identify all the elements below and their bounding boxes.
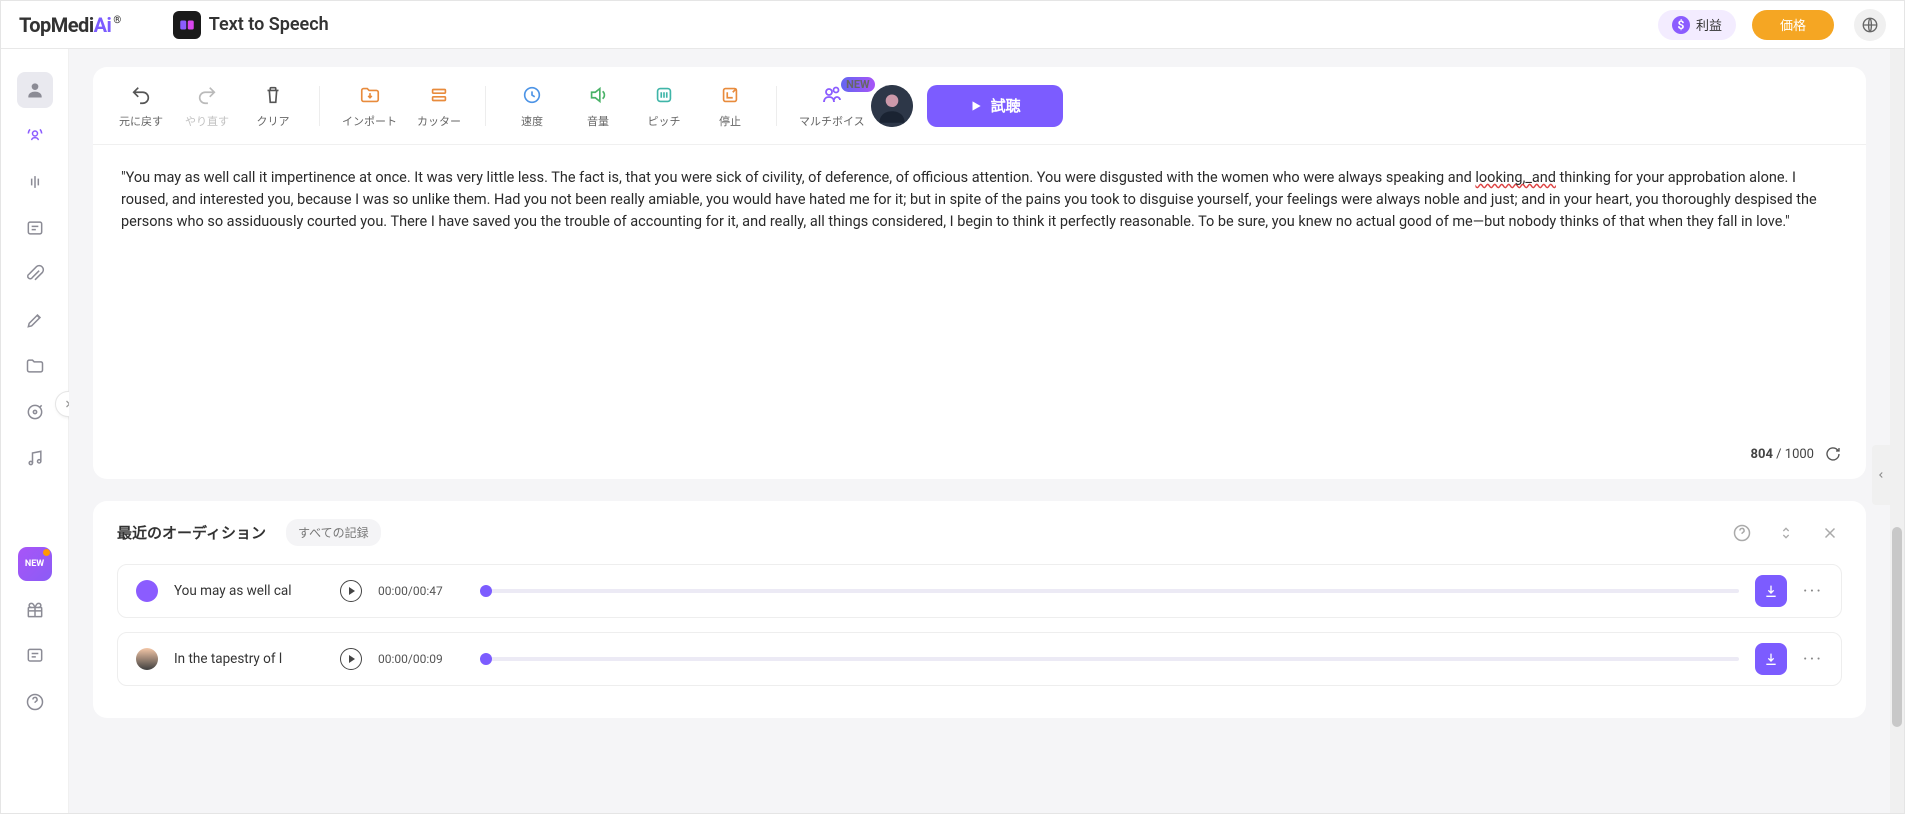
download-button[interactable] [1755,643,1787,675]
cutter-button[interactable]: カッター [415,83,463,129]
voice-avatar[interactable] [871,85,913,127]
profit-pill[interactable]: $利益 [1658,10,1736,40]
voice-avatar-icon [136,648,158,670]
time-label: 00:00/00:47 [378,584,470,598]
play-icon[interactable] [340,648,362,670]
sidebar-music[interactable] [17,440,53,476]
more-icon[interactable]: ··· [1803,649,1823,670]
history-name: You may as well cal [174,583,324,599]
seek-slider[interactable] [486,657,1739,661]
scrollbar[interactable] [1890,49,1904,813]
pitch-button[interactable]: ピッチ [640,83,688,129]
history-title: 最近のオーディション [117,522,266,543]
preview-button[interactable]: 試聴 [927,85,1063,127]
sidebar-tts[interactable] [17,118,53,154]
price-button[interactable]: 価格 [1752,10,1834,40]
refresh-icon[interactable] [1824,445,1842,463]
panel-collapse-icon[interactable] [1872,445,1890,505]
history-row: You may as well cal 00:00/00:47 ··· [117,564,1842,618]
import-button[interactable]: インポート [342,83,397,129]
language-icon[interactable] [1854,9,1886,41]
voice-avatar-icon [136,580,158,602]
play-icon[interactable] [340,580,362,602]
sidebar-doc[interactable] [17,210,53,246]
sort-icon[interactable] [1774,521,1798,545]
history-name: In the tapestry of l [174,651,324,667]
help-icon[interactable] [1730,521,1754,545]
sidebar-attach[interactable] [17,256,53,292]
sidebar-home[interactable] [17,72,53,108]
sidebar-pen[interactable] [17,302,53,338]
undo-button[interactable]: 元に戻す [117,83,165,129]
time-label: 00:00/00:09 [378,652,470,666]
speed-button[interactable]: 速度 [508,83,556,129]
sidebar-help[interactable] [17,684,53,720]
seek-slider[interactable] [486,589,1739,593]
volume-button[interactable]: 音量 [574,83,622,129]
history-row: In the tapestry of l 00:00/00:09 ··· [117,632,1842,686]
logo[interactable]: TopMediAi® [19,13,121,37]
module-title: Text to Speech [173,11,329,39]
sidebar-folder[interactable] [17,348,53,384]
sidebar: NEW [1,49,69,813]
download-button[interactable] [1755,575,1787,607]
sidebar-gift[interactable] [17,592,53,628]
sidebar-wave[interactable] [17,164,53,200]
clear-button[interactable]: クリア [249,83,297,129]
stop-button[interactable]: 停止 [706,83,754,129]
sidebar-feedback[interactable] [17,638,53,674]
more-icon[interactable]: ··· [1803,581,1823,602]
redo-button: やり直す [183,83,231,129]
editor-card: 元に戻す やり直す クリア インポート カッター 速度 音量 ピッチ 停止 [93,67,1866,479]
text-editor[interactable]: "You may as well call it impertinence at… [93,145,1866,435]
char-count: 804 / 1000 [1751,447,1814,462]
sidebar-disc[interactable] [17,394,53,430]
multivoice-button[interactable]: NEWマルチボイス [799,83,865,129]
close-icon[interactable] [1818,521,1842,545]
history-card: 最近のオーディション すべての記録 You may as well cal 00… [93,501,1866,718]
sidebar-new-badge[interactable]: NEW [18,547,52,581]
all-records-button[interactable]: すべての記録 [286,519,381,546]
tts-icon [173,11,201,39]
